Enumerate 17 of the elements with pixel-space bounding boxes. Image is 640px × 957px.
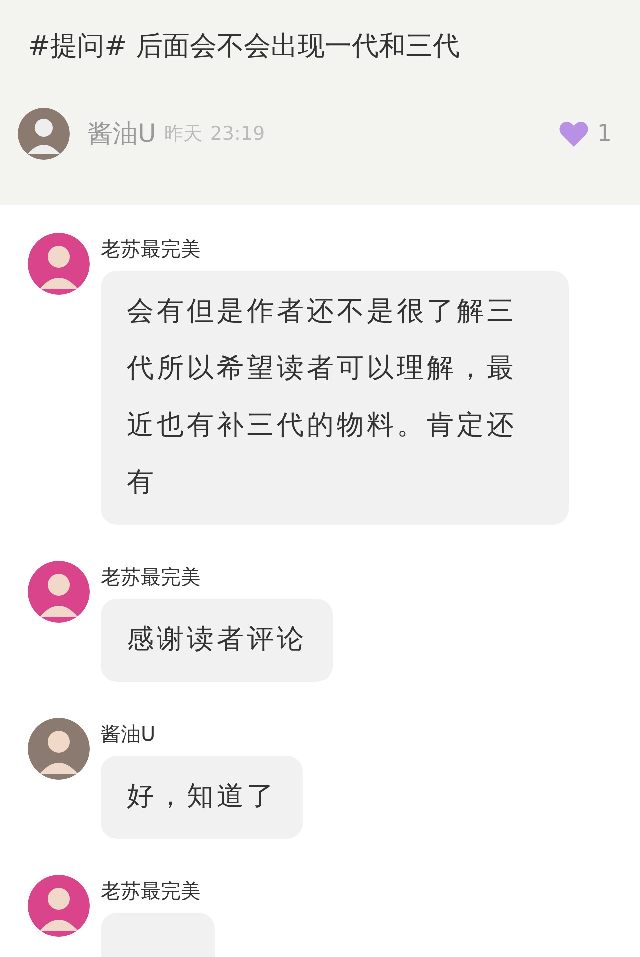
comment-bubble: 感谢读者评论 bbox=[101, 599, 333, 682]
commenter-name[interactable]: 老苏最完美 bbox=[101, 235, 569, 263]
avatar[interactable] bbox=[28, 718, 90, 780]
post-date: 昨天 bbox=[164, 122, 202, 147]
heart-icon[interactable] bbox=[559, 120, 590, 148]
commenter-name[interactable]: 老苏最完美 bbox=[101, 877, 215, 905]
avatar[interactable] bbox=[28, 875, 90, 937]
post-title: #提问# 后面会不会出现一代和三代 bbox=[28, 30, 461, 64]
comment-bubble: 会有但是作者还不是很了解三代所以希望读者可以理解，最近也有补三代的物料。肯定还有 bbox=[101, 271, 569, 525]
commenter-name[interactable]: 酱油U bbox=[101, 720, 303, 748]
like-count: 1 bbox=[597, 120, 612, 149]
post-time: 23:19 bbox=[210, 122, 266, 147]
avatar[interactable] bbox=[28, 561, 90, 623]
avatar[interactable] bbox=[18, 108, 70, 160]
comment-bubble: 好，知道了 bbox=[101, 756, 303, 839]
commenter-name[interactable]: 老苏最完美 bbox=[101, 563, 333, 591]
avatar[interactable] bbox=[28, 233, 90, 295]
